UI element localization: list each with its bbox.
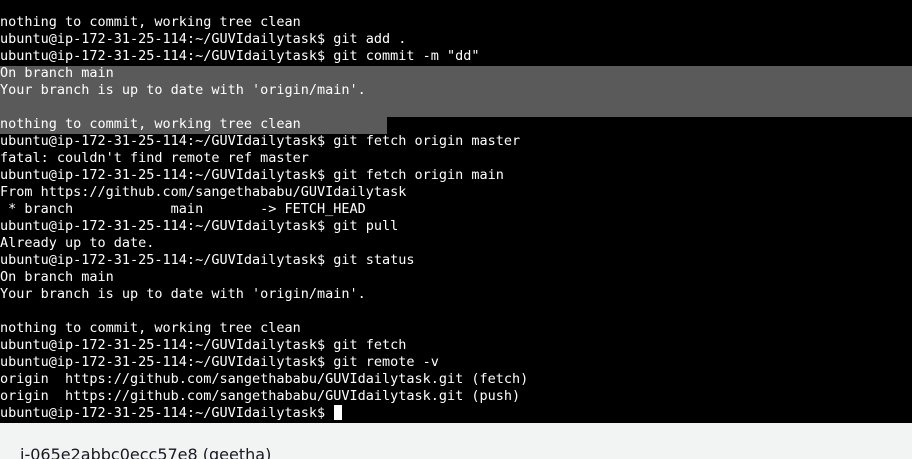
terminal-window[interactable]: nothing to commit, working tree clean ub… bbox=[0, 0, 912, 423]
terminal-line: ubuntu@ip-172-31-25-114:~/GUVIdailytask$… bbox=[0, 167, 504, 183]
terminal-line: Your branch is up to date with 'origin/m… bbox=[0, 286, 366, 302]
terminal-line: ubuntu@ip-172-31-25-114:~/GUVIdailytask$… bbox=[0, 354, 439, 370]
instance-id-label: i-065e2abbc0ecc57e8 (geetha) bbox=[20, 445, 272, 459]
terminal-prompt-line[interactable]: ubuntu@ip-172-31-25-114:~/GUVIdailytask$ bbox=[0, 405, 528, 422]
terminal-line: From https://github.com/sangethababu/GUV… bbox=[0, 184, 407, 200]
terminal-line: On branch main bbox=[0, 269, 114, 285]
terminal-line: nothing to commit, working tree clean bbox=[0, 14, 301, 30]
instance-footer-bar: i-065e2abbc0ecc57e8 (geetha) bbox=[0, 423, 912, 459]
terminal-output: nothing to commit, working tree clean ub… bbox=[0, 14, 528, 422]
terminal-line: origin https://github.com/sangethababu/G… bbox=[0, 388, 521, 404]
terminal-line: Already up to date. bbox=[0, 235, 155, 251]
terminal-line: Your branch is up to date with 'origin/m… bbox=[0, 82, 366, 98]
terminal-line: ubuntu@ip-172-31-25-114:~/GUVIdailytask$… bbox=[0, 133, 521, 149]
terminal-line: ubuntu@ip-172-31-25-114:~/GUVIdailytask$… bbox=[0, 337, 407, 353]
terminal-cursor bbox=[334, 405, 343, 420]
terminal-line: nothing to commit, working tree clean bbox=[0, 116, 301, 132]
terminal-prompt: ubuntu@ip-172-31-25-114:~/GUVIdailytask$ bbox=[0, 405, 334, 421]
terminal-line: nothing to commit, working tree clean bbox=[0, 320, 301, 336]
terminal-line: ubuntu@ip-172-31-25-114:~/GUVIdailytask$… bbox=[0, 218, 399, 234]
terminal-line: fatal: couldn't find remote ref master bbox=[0, 150, 309, 166]
terminal-line: ubuntu@ip-172-31-25-114:~/GUVIdailytask$… bbox=[0, 252, 415, 268]
terminal-line: * branch main -> FETCH_HEAD bbox=[0, 201, 366, 217]
terminal-line: ubuntu@ip-172-31-25-114:~/GUVIdailytask$… bbox=[0, 31, 407, 47]
terminal-line: On branch main bbox=[0, 65, 114, 81]
terminal-line: ubuntu@ip-172-31-25-114:~/GUVIdailytask$… bbox=[0, 48, 480, 64]
terminal-line: origin https://github.com/sangethababu/G… bbox=[0, 371, 529, 387]
